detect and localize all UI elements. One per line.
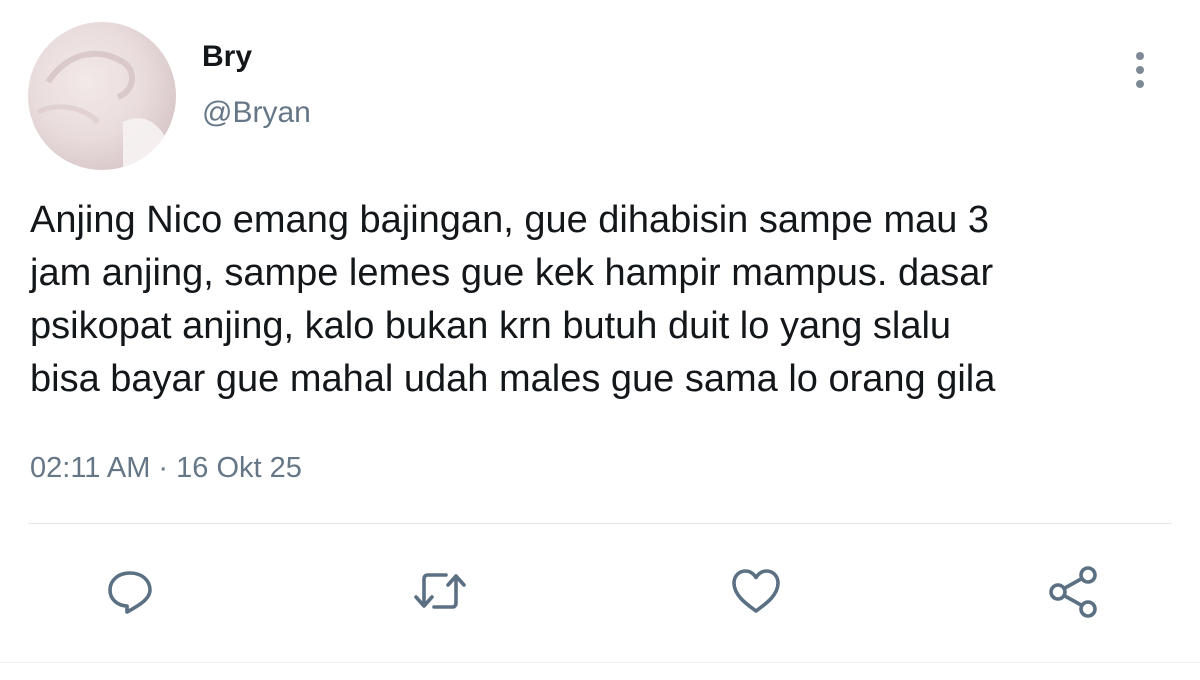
divider — [28, 523, 1172, 524]
user-handle[interactable]: @Bryan — [202, 96, 311, 130]
heart-icon — [728, 565, 784, 622]
share-icon — [1045, 563, 1101, 624]
avatar-image — [36, 50, 176, 170]
bottom-divider — [0, 662, 1200, 663]
like-button[interactable] — [723, 560, 789, 626]
avatar[interactable] — [28, 22, 176, 170]
action-bar — [0, 560, 1200, 630]
reply-button[interactable] — [97, 560, 163, 626]
tweet-card: Bry @Bryan Anjing Nico emang bajingan, g… — [0, 0, 1200, 680]
reply-icon — [104, 565, 156, 622]
retweet-icon — [410, 565, 470, 622]
tweet-text: Anjing Nico emang bajingan, gue dihabisi… — [30, 199, 996, 400]
retweet-button[interactable] — [407, 560, 473, 626]
share-button[interactable] — [1040, 560, 1106, 626]
display-name[interactable]: Bry — [202, 40, 252, 74]
tweet-timestamp[interactable]: 02:11 AM · 16 Okt 25 — [30, 452, 302, 485]
more-options-icon[interactable] — [1120, 48, 1160, 92]
